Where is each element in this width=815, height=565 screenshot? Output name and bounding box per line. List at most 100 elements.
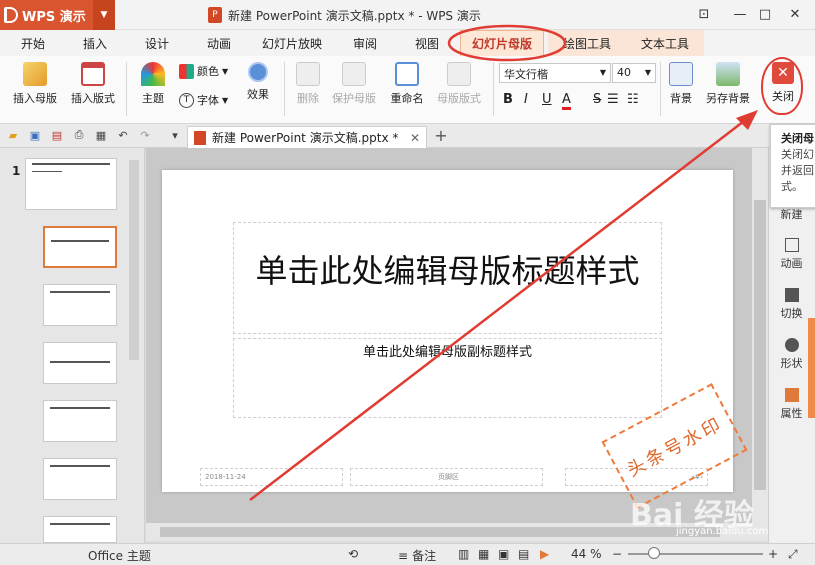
master-layout-button[interactable]: 母版版式: [432, 62, 486, 106]
tab-drawing-tools[interactable]: 绘图工具: [548, 30, 626, 56]
bullet-list-icon[interactable]: ☰: [607, 92, 619, 107]
properties-pane-label: 属性: [780, 407, 803, 420]
tab-slide-master[interactable]: 幻灯片母版: [460, 30, 544, 56]
delete-icon: [296, 62, 320, 86]
normal-view-icon[interactable]: ▥: [458, 547, 469, 561]
transition-pane-label: 切换: [780, 307, 803, 320]
layout-thumbnail-5[interactable]: [43, 458, 117, 500]
restore-ribbon-icon[interactable]: ⊡: [693, 4, 715, 24]
underline-button[interactable]: U: [542, 92, 552, 107]
print-icon[interactable]: ⎙: [72, 128, 86, 142]
theme-label: 主题: [142, 92, 164, 105]
rename-button[interactable]: 重命名: [384, 62, 430, 106]
reading-view-icon[interactable]: ▣: [498, 547, 509, 561]
document-tab[interactable]: 新建 PowerPoint 演示文稿.pptx * ✕: [187, 126, 427, 148]
undo-icon[interactable]: ↶: [116, 128, 130, 142]
app-menu-button[interactable]: WPS 演示 ▼: [0, 0, 115, 30]
tab-review[interactable]: 审阅: [340, 30, 390, 56]
baidu-watermark-url: jingyan.baidu.com: [676, 526, 769, 537]
layout-thumbnail-4[interactable]: [43, 400, 117, 442]
font-name-select[interactable]: 华文行楷 ▼: [499, 63, 611, 83]
tooltip-line-3: 式。: [781, 180, 803, 193]
pdf-icon[interactable]: ▤: [50, 128, 64, 142]
ribbon-divider: [493, 62, 494, 116]
zoom-slider-thumb[interactable]: [648, 547, 660, 559]
layout-thumbnail-1[interactable]: [43, 226, 117, 268]
master-layout-label: 母版版式: [437, 92, 481, 105]
ppt-file-icon: [194, 130, 206, 145]
effect-icon: [248, 62, 268, 82]
layout-thumbnail-6[interactable]: [43, 516, 117, 543]
tooltip-line-2: 并返回: [781, 164, 814, 177]
font-size-select[interactable]: 40 ▼: [612, 63, 656, 83]
zoom-out-button[interactable]: −: [612, 547, 622, 561]
animation-pane-button[interactable]: 动画: [768, 238, 815, 271]
transition-icon: [784, 288, 799, 302]
redo-icon[interactable]: ↷: [138, 128, 152, 142]
tab-insert[interactable]: 插入: [70, 30, 120, 56]
panel-collapse-handle[interactable]: [808, 318, 815, 418]
tab-start[interactable]: 开始: [8, 30, 58, 56]
layout-thumbnail-3[interactable]: [43, 342, 117, 384]
ppt-file-icon: P: [208, 7, 222, 23]
color-label: 颜色: [197, 65, 219, 78]
strikethrough-button[interactable]: S: [593, 92, 601, 107]
tab-text-tools[interactable]: 文本工具: [626, 30, 704, 56]
insert-master-button[interactable]: 插入母版: [6, 62, 64, 106]
tab-view[interactable]: 视图: [402, 30, 452, 56]
font-color-button[interactable]: A: [562, 92, 571, 110]
font-theme-button[interactable]: T 字体 ▼: [179, 92, 228, 108]
subtitle-placeholder[interactable]: 单击此处编辑母版副标题样式: [233, 338, 662, 418]
color-button[interactable]: 颜色 ▼: [179, 63, 228, 79]
delete-button[interactable]: 删除: [290, 62, 326, 106]
chevron-down-icon[interactable]: ▾: [168, 128, 182, 142]
ribbon-divider: [284, 62, 285, 116]
close-window-button[interactable]: ✕: [784, 4, 806, 24]
play-slideshow-icon[interactable]: ▶: [540, 547, 549, 561]
date-placeholder[interactable]: 2018-11-24: [200, 468, 343, 486]
maximize-button[interactable]: □: [754, 4, 776, 24]
transition-pane-button[interactable]: 切换: [768, 288, 815, 321]
tab-animation[interactable]: 动画: [194, 30, 244, 56]
vertical-scroll-thumb[interactable]: [754, 200, 766, 490]
delete-label: 删除: [297, 92, 319, 105]
notes-icon: ≡: [398, 548, 409, 563]
layout-thumbnail-2[interactable]: [43, 284, 117, 326]
thumbnail-scrollbar[interactable]: [129, 160, 139, 360]
zoom-in-button[interactable]: +: [768, 547, 778, 561]
minimize-button[interactable]: —: [729, 4, 751, 24]
tab-design[interactable]: 设计: [132, 30, 182, 56]
effect-button[interactable]: 效果: [240, 62, 276, 102]
master-thumbnail[interactable]: [25, 158, 117, 210]
new-pane-button[interactable]: 新建: [768, 206, 815, 222]
background-button[interactable]: 背景: [664, 62, 698, 106]
italic-button[interactable]: I: [524, 92, 528, 107]
title-placeholder[interactable]: 单击此处编辑母版标题样式: [233, 222, 662, 334]
save-background-button[interactable]: 另存背景: [700, 62, 756, 106]
close-tooltip: 关闭母 关闭幻 并返回 式。: [770, 124, 815, 208]
tab-slideshow[interactable]: 幻灯片放映: [255, 30, 329, 56]
footer-placeholder[interactable]: 页脚区: [350, 468, 543, 486]
new-tab-icon[interactable]: +: [434, 126, 448, 145]
save-background-icon: [716, 62, 740, 86]
chevron-down-icon: ▼: [93, 0, 115, 30]
preview-icon[interactable]: ▦: [94, 128, 108, 142]
theme-status: Office 主题: [88, 549, 151, 563]
notes-button[interactable]: ≡ 备注: [398, 547, 436, 564]
sorter-view-icon[interactable]: ▦: [478, 547, 489, 561]
history-icon[interactable]: ⟲: [348, 547, 358, 561]
open-folder-icon[interactable]: ▰: [6, 128, 20, 142]
protect-master-button[interactable]: 保护母版: [328, 62, 380, 106]
theme-button[interactable]: 主题: [132, 62, 174, 106]
fit-window-icon[interactable]: ⤢: [788, 547, 798, 562]
tooltip-title: 关闭母: [781, 132, 814, 145]
close-tab-icon[interactable]: ✕: [410, 131, 420, 145]
save-icon[interactable]: ▣: [28, 128, 42, 142]
bold-button[interactable]: B: [503, 92, 513, 107]
outline-view-icon[interactable]: ▤: [518, 547, 529, 561]
lock-icon: [342, 62, 366, 86]
ribbon-divider: [660, 62, 661, 116]
insert-layout-button[interactable]: 插入版式: [64, 62, 122, 106]
shape-icon: [784, 338, 799, 352]
numbered-list-icon[interactable]: ☷: [627, 92, 639, 107]
